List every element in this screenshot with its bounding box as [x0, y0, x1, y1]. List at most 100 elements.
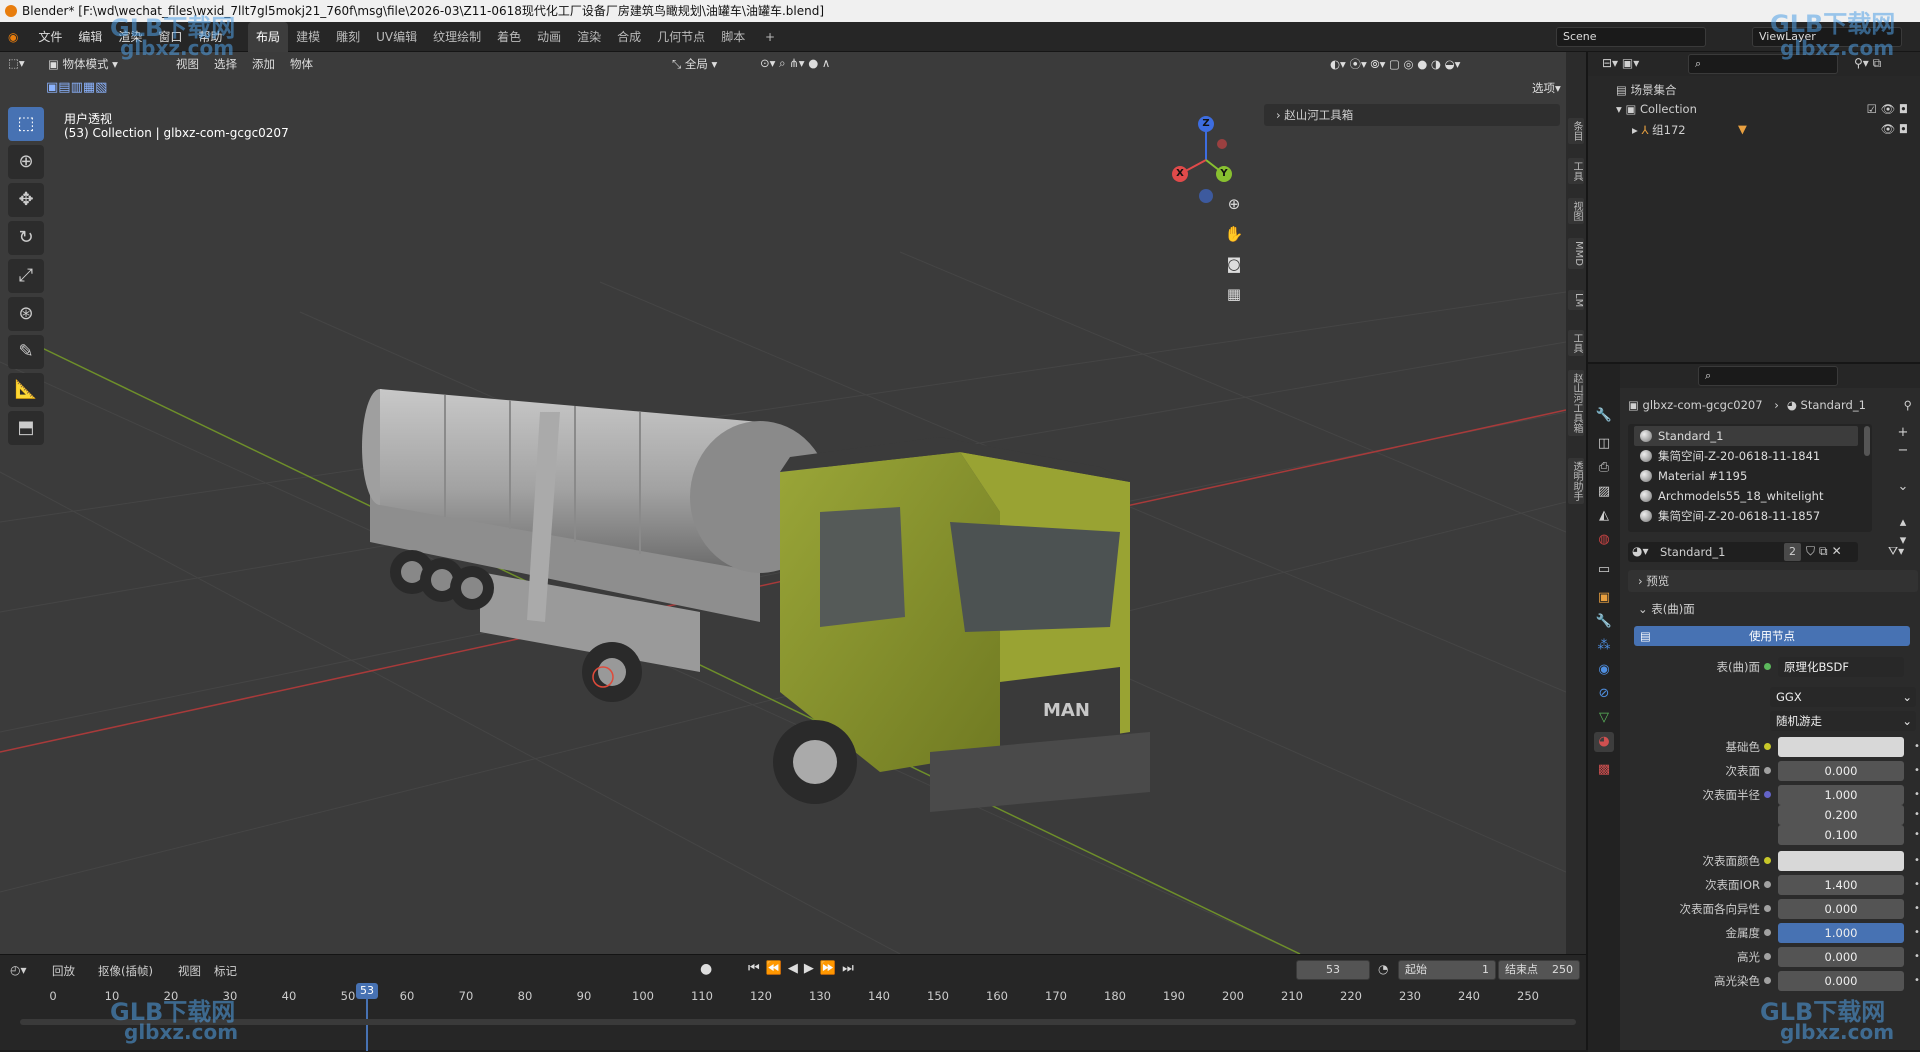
perspective-grid-icon[interactable]: ▦ — [1222, 282, 1246, 306]
world-tab-icon[interactable]: ◍ — [1594, 530, 1614, 550]
overlay-icons[interactable]: ◐▾ ⦿▾ ⦾▾ ▢ ◎ ● ◑ ◒▾ — [1330, 56, 1460, 72]
workspace-tab-6[interactable]: 动画 — [529, 22, 569, 52]
workspace-tab-10[interactable]: 脚本 — [713, 22, 753, 52]
visibility-icons[interactable]: ☑ 👁 ◘ — [1867, 102, 1908, 116]
bsdf-value-field[interactable]: 0.000 — [1778, 947, 1904, 967]
constraints-tab-icon[interactable]: ⊘ — [1594, 684, 1614, 704]
menu-item-1[interactable]: 编辑 — [70, 22, 110, 52]
workspace-tab-9[interactable]: 几何节点 — [649, 22, 713, 52]
material-slot[interactable]: 集简空间-Z-20-0618-11-1857 — [1634, 506, 1858, 526]
render-tab-icon[interactable]: ◫ — [1594, 434, 1614, 454]
keyframe-dot-icon[interactable]: • — [1914, 922, 1920, 944]
rotate-icon[interactable]: ↻ — [8, 221, 44, 255]
object-tab-icon[interactable]: ▣ — [1594, 588, 1614, 608]
scene-selector[interactable]: Scene — [1556, 27, 1706, 47]
measure-icon[interactable]: 📐 — [8, 373, 44, 407]
material-slot[interactable]: Material #1195 — [1634, 466, 1858, 486]
bsdf-value-field[interactable]: 0.000 — [1778, 971, 1904, 991]
n-tab-4[interactable]: LM — [1568, 290, 1584, 311]
subsurface-method-dropdown[interactable]: 随机游走 ⌄ — [1770, 711, 1916, 731]
data-tab-icon[interactable]: ▽ — [1594, 708, 1614, 728]
list-scrollbar[interactable] — [1864, 426, 1870, 456]
slot-buttons[interactable]: + − ⌄ ▴ ▾ — [1894, 424, 1912, 550]
bsdf-value-field[interactable]: 1.400 — [1778, 875, 1904, 895]
select-box-icon[interactable]: ⬚ — [8, 107, 44, 141]
transform-orientation[interactable]: ⤡ 全局 ▾ — [672, 56, 717, 72]
viewport-menu-3[interactable]: 物体 — [290, 56, 313, 72]
keyframe-dot-icon[interactable]: • — [1914, 784, 1920, 806]
pivot-icon[interactable]: ⊙▾ ⌕ ⋔▾ ● ∧ — [760, 56, 830, 71]
add-cube-icon[interactable]: ⬒ — [8, 411, 44, 445]
move-icon[interactable]: ✥ — [8, 183, 44, 217]
surface-panel-header[interactable]: ⌄ 表(曲)面 — [1628, 598, 1918, 620]
bsdf-value-field[interactable]: 1.000 — [1778, 923, 1904, 943]
bsdf-value-field[interactable] — [1778, 851, 1904, 871]
menu-item-0[interactable]: 文件 — [30, 22, 70, 52]
surface-shader-field[interactable]: 原理化BSDF — [1778, 657, 1904, 677]
add-workspace-button[interactable]: + — [757, 22, 783, 52]
keyframe-dot-icon[interactable]: • — [1914, 970, 1920, 992]
scale-icon[interactable]: ⤢ — [8, 259, 44, 293]
viewport-menu-2[interactable]: 添加 — [252, 56, 275, 72]
bsdf-value-field[interactable]: 0.000 — [1778, 899, 1904, 919]
mode-selector[interactable]: ▣ 物体模式 ▾ — [48, 56, 118, 72]
scene-collection-row[interactable]: ▤ 场景集合 — [1616, 82, 1677, 98]
keyframe-dot-icon[interactable]: • — [1914, 760, 1920, 782]
particles-tab-icon[interactable]: ⁂ — [1594, 636, 1614, 656]
gizmo-y[interactable]: Y — [1216, 166, 1232, 182]
output-tab-icon[interactable]: ⎙ — [1594, 458, 1614, 478]
workspace-tab-3[interactable]: UV编辑 — [368, 22, 425, 52]
3d-viewport[interactable]: MAN ⬚▾ ▣ 物体模式 ▾ 视图 选择 添加 物体 ⤡ 全局 ▾ ⊙▾ ⌕ ⋔▾ … — [0, 52, 1566, 954]
transform-icon[interactable]: ⊛ — [8, 297, 44, 331]
bsdf-value-field[interactable]: 0.100 — [1778, 825, 1904, 845]
tanker-truck-model[interactable]: MAN — [362, 389, 1150, 812]
zoom-icon[interactable]: ⊕ — [1222, 192, 1246, 216]
modifier-tab-icon[interactable]: 🔧 — [1594, 612, 1614, 632]
keyframe-dot-icon[interactable]: • — [1914, 874, 1920, 896]
material-slot[interactable]: Standard_1 — [1634, 426, 1858, 446]
n-panel-header[interactable]: › 赵山河工具箱 — [1264, 104, 1560, 126]
material-selector[interactable]: ◕▾ Standard_1 2 ⛉⧉✕ — [1628, 542, 1858, 562]
playhead-frame[interactable]: 53 — [356, 983, 378, 999]
pin-icon[interactable]: ⚲ — [1904, 398, 1912, 412]
workspace-tab-5[interactable]: 着色 — [489, 22, 529, 52]
workspace-tab-2[interactable]: 雕刻 — [328, 22, 368, 52]
keyframe-dot-icon[interactable]: • — [1914, 898, 1920, 920]
bsdf-value-field[interactable] — [1778, 737, 1904, 757]
blender-menu-icon[interactable]: ◉ — [0, 22, 26, 52]
view-layer-tab-icon[interactable]: ▨ — [1594, 482, 1614, 502]
user-count[interactable]: 2 — [1784, 543, 1801, 561]
keyframe-dot-icon[interactable]: • — [1914, 824, 1920, 846]
camera-icon[interactable]: ◙ — [1222, 252, 1246, 276]
n-tab-0[interactable]: 条目 — [1568, 118, 1584, 144]
n-tab-6[interactable]: 赵山河工具箱 — [1568, 370, 1584, 436]
material-slot[interactable]: Archmodels55_18_whitelight — [1634, 486, 1858, 506]
cursor-icon[interactable]: ⊕ — [8, 145, 44, 179]
outliner-editor-icon[interactable]: ⊟▾ ▣▾ — [1602, 56, 1639, 70]
workspace-tab-4[interactable]: 纹理绘制 — [425, 22, 489, 52]
gizmo-z[interactable]: Z — [1198, 116, 1214, 132]
material-browse-icon[interactable]: ◕▾ — [1632, 544, 1649, 558]
gizmo-x[interactable]: X — [1172, 166, 1188, 182]
physics-tab-icon[interactable]: ◉ — [1594, 660, 1614, 680]
visibility-icons[interactable]: 👁 ◘ — [1881, 122, 1908, 136]
options-button[interactable]: 选项▾ — [1532, 80, 1561, 96]
workspace-tab-1[interactable]: 建模 — [288, 22, 328, 52]
bsdf-value-field[interactable]: 1.000 — [1778, 785, 1904, 805]
use-nodes-button[interactable]: ▤ 使用节点 — [1634, 626, 1910, 646]
collection-tab-icon[interactable]: ▭ — [1594, 560, 1614, 580]
select-mode-icons[interactable]: ▣▤▥▦▧ — [46, 80, 107, 95]
bsdf-value-field[interactable]: 0.200 — [1778, 805, 1904, 825]
outliner-item-group[interactable]: ▸ ⅄ 组172 ▼ 👁 ◘ — [1632, 122, 1916, 138]
workspace-tab-0[interactable]: 布局 — [248, 22, 289, 52]
material-tab-icon[interactable]: ◕ — [1594, 732, 1614, 752]
outliner-item-collection[interactable]: ▾ ▣ Collection ☑ 👁 ◘ — [1616, 102, 1916, 116]
editor-type-button[interactable]: ⬚▾ — [8, 56, 25, 70]
n-tab-2[interactable]: 视图 — [1568, 198, 1584, 224]
annotate-icon[interactable]: ✎ — [8, 335, 44, 369]
workspace-tab-7[interactable]: 渲染 — [569, 22, 609, 52]
n-tab-1[interactable]: 工具 — [1568, 158, 1584, 184]
n-tab-3[interactable]: MMD — [1568, 238, 1584, 269]
n-tab-7[interactable]: 透明助手 — [1568, 458, 1584, 504]
properties-search[interactable]: ⌕ — [1698, 366, 1838, 386]
